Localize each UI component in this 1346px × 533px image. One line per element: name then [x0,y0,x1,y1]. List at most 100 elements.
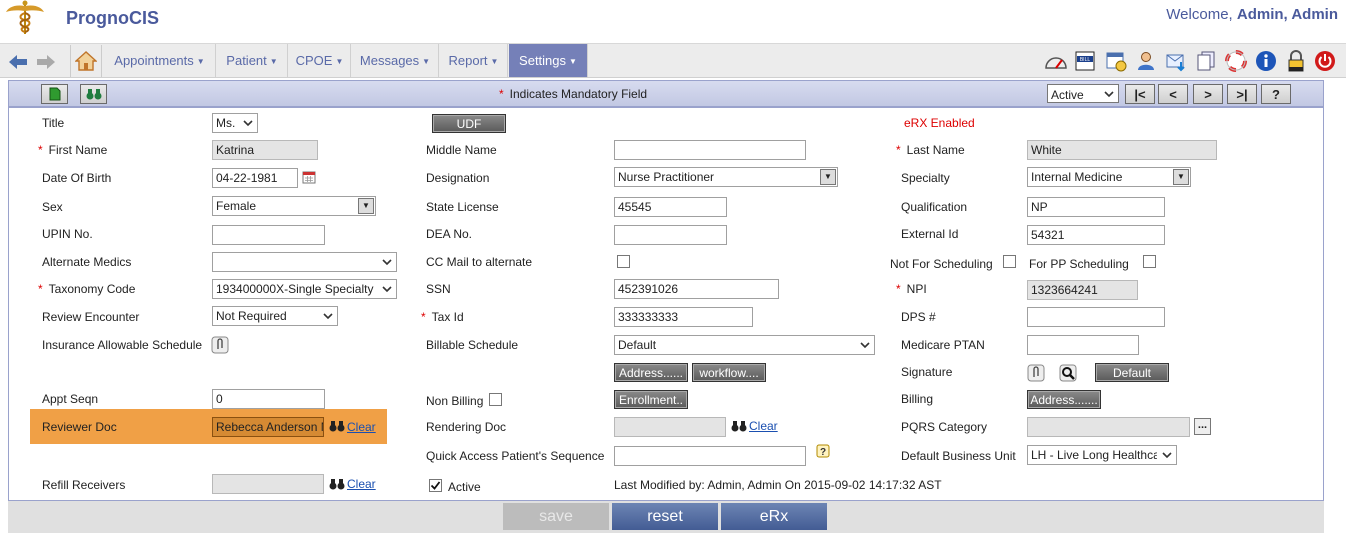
dropdown-arrow-icon: ▼ [1173,169,1189,185]
search-button[interactable] [80,84,107,104]
enrollment-button[interactable]: Enrollment.. [614,390,688,409]
new-record-button[interactable] [41,84,68,104]
pqrs-more-button[interactable]: ... [1194,418,1211,435]
pqrs-field[interactable] [1027,417,1190,437]
not-scheduling-checkbox[interactable] [1003,255,1016,268]
menu-report[interactable]: Report ▼ [440,44,508,77]
appt-seqn-field[interactable]: 0 [212,389,325,409]
workflow-button[interactable]: workflow.... [692,363,766,382]
udf-button[interactable]: UDF [432,114,506,133]
checkmark-icon [430,481,441,490]
menu-appointments[interactable]: Appointments ▼ [104,44,216,77]
chevron-down-icon [382,286,392,293]
ssn-field[interactable]: 452391026 [614,279,779,299]
tax-id-field[interactable]: 333333333 [614,307,753,327]
first-name-field[interactable]: Katrina [212,140,318,160]
sex-select-value: Female [216,199,257,213]
calendar-icon[interactable] [302,170,316,184]
forward-arrow-icon[interactable] [36,52,56,72]
first-record-button[interactable]: |< [1125,84,1155,104]
next-record-button[interactable]: > [1193,84,1223,104]
last-name-field[interactable]: White [1027,140,1217,160]
reviewer-doc-clear-link[interactable]: Clear [347,420,376,434]
erx-button[interactable]: eRx [721,503,827,530]
signature-default-button[interactable]: Default [1095,363,1169,382]
npi-field[interactable]: 1323664241 [1027,280,1138,300]
help-button[interactable]: ? [1261,84,1291,104]
taxonomy-select[interactable]: 193400000X-Single Specialty [212,279,397,299]
calendar-clock-icon[interactable] [1104,49,1128,73]
active-label: Active [448,480,481,494]
user-name[interactable]: Admin, Admin [1237,6,1338,23]
review-encounter-select[interactable]: Not Required [212,306,338,326]
binoculars-icon[interactable] [329,419,345,433]
magnifier-icon[interactable] [1059,364,1077,382]
quick-access-field[interactable] [614,446,806,466]
signature-label: Signature [901,365,953,379]
pp-scheduling-checkbox[interactable] [1143,255,1156,268]
status-select[interactable]: Active [1047,84,1119,103]
billing-address-button[interactable]: Address....... [1027,390,1101,409]
lock-icon[interactable] [1284,49,1308,73]
reviewer-doc-field[interactable]: Rebecca Anderson MD [212,417,324,437]
non-billing-checkbox[interactable] [489,393,502,406]
info-icon[interactable] [1254,49,1278,73]
power-logout-icon[interactable] [1313,49,1337,73]
not-scheduling-label: Not For Scheduling [890,257,993,271]
sex-select[interactable]: Female ▼ [212,196,376,216]
save-button[interactable]: save [503,503,609,530]
address-button[interactable]: Address...... [614,363,688,382]
last-record-button[interactable]: >| [1227,84,1257,104]
header: PrognoCIS Welcome, Admin, Admin [0,0,1346,43]
binoculars-icon[interactable] [329,477,345,491]
bill-icon[interactable]: BILL [1073,49,1097,73]
middle-name-label: Middle Name [426,143,497,157]
middle-name-field[interactable] [614,140,806,160]
mail-download-icon[interactable] [1164,49,1188,73]
user-profile-icon[interactable] [1134,49,1158,73]
medicare-ptan-field[interactable] [1027,335,1139,355]
external-id-field[interactable]: 54321 [1027,225,1165,245]
home-button[interactable] [70,45,102,77]
question-help-icon[interactable]: ? [816,444,830,458]
rendering-doc-label: Rendering Doc [426,420,507,434]
dropdown-arrow-icon: ▼ [820,169,836,185]
refill-receivers-clear-link[interactable]: Clear [347,477,376,491]
designation-select[interactable]: Nurse Practitioner ▼ [614,167,838,187]
menu-patient[interactable]: Patient ▼ [217,44,288,77]
state-license-field[interactable]: 45545 [614,197,727,217]
attachment-icon[interactable] [211,336,229,354]
dashboard-gauge-icon[interactable] [1044,49,1068,73]
menu-cpoe[interactable]: CPOE ▼ [289,44,351,77]
pp-scheduling-label: For PP Scheduling [1029,257,1129,271]
back-arrow-icon[interactable] [8,52,28,72]
rendering-doc-field[interactable] [614,417,726,437]
upin-field[interactable] [212,225,325,245]
cc-mail-label: CC Mail to alternate [426,255,533,269]
rendering-doc-clear-link[interactable]: Clear [749,419,778,433]
dropdown-arrow-icon: ▼ [358,198,374,214]
menu-settings-label: Settings [519,53,567,68]
prev-record-button[interactable]: < [1158,84,1188,104]
menu-messages[interactable]: Messages ▼ [352,44,439,77]
qualification-field[interactable]: NP [1027,197,1165,217]
active-checkbox[interactable] [429,479,442,492]
dea-field[interactable] [614,225,727,245]
default-bu-select[interactable]: LH - Live Long Healthcare [1027,445,1177,465]
svg-text:BILL: BILL [1080,57,1091,63]
menu-cpoe-label: CPOE [295,53,333,68]
title-select[interactable]: Ms. [212,113,258,133]
documents-icon[interactable] [1194,49,1218,73]
lifebuoy-help-icon[interactable] [1224,49,1248,73]
signature-attach-icon[interactable] [1027,364,1045,382]
cc-mail-checkbox[interactable] [617,255,630,268]
alternate-medics-select[interactable] [212,252,397,272]
specialty-select[interactable]: Internal Medicine ▼ [1027,167,1191,187]
dps-field[interactable] [1027,307,1165,327]
binoculars-icon[interactable] [731,419,747,433]
refill-receivers-field[interactable] [212,474,324,494]
reset-button[interactable]: reset [612,503,718,530]
billable-schedule-select[interactable]: Default [614,335,875,355]
menu-settings[interactable]: Settings ▼ [509,44,588,77]
dob-field[interactable]: 04-22-1981 [212,168,298,188]
